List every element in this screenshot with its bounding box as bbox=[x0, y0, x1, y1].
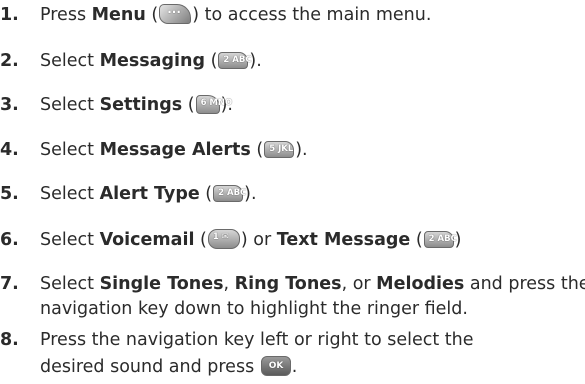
step-text: desired sound and press OK. bbox=[40, 354, 297, 380]
step-text-segment: . bbox=[291, 357, 298, 377]
step-text: Select Message Alerts (5 JKL). bbox=[40, 137, 308, 163]
key-5-jkl-icon: 5 JKL bbox=[264, 140, 295, 158]
step-text: Press Menu ( ··· ) to access the main menu… bbox=[40, 2, 431, 28]
menu-key-icon: ··· bbox=[159, 4, 192, 24]
ok-key-icon: OK bbox=[260, 356, 291, 376]
step-text: navigation key down to highlight the rin… bbox=[40, 299, 468, 319]
step-text-segment: and press the bbox=[464, 274, 585, 294]
key-2-abc-icon: 2 ABC bbox=[213, 184, 247, 202]
step-number: 4. bbox=[0, 140, 19, 160]
step-text-segment: Select bbox=[40, 184, 100, 204]
step-text-segment: , or bbox=[341, 274, 377, 294]
key-6-mno-icon: 6 MNO bbox=[195, 94, 232, 114]
menu-term: Menu bbox=[91, 5, 146, 25]
message-alerts-term: Message Alerts bbox=[99, 140, 251, 160]
step-text-segment: Press bbox=[40, 5, 92, 25]
alert-type-term: Alert Type bbox=[99, 184, 200, 204]
step-number: 3. bbox=[0, 95, 19, 115]
key-label: 5 JKL bbox=[269, 143, 294, 154]
step-text-segment: ( bbox=[199, 184, 213, 204]
step-text-segment: , bbox=[223, 274, 235, 294]
key-label: 1 ✉ bbox=[212, 232, 229, 242]
step-text-segment: Select bbox=[40, 51, 100, 71]
settings-term: Settings bbox=[99, 95, 183, 115]
step-text-segment: ). bbox=[295, 140, 308, 160]
step-text-segment: Select bbox=[40, 230, 100, 250]
melodies-term: Melodies bbox=[376, 274, 465, 294]
step-number: 2. bbox=[0, 51, 19, 71]
key-label: 2 ABC bbox=[218, 187, 247, 198]
step-text-segment: Select bbox=[40, 274, 100, 294]
voicemail-term: Voicemail bbox=[99, 230, 195, 250]
step-text: Select Single Tones, Ring Tones, or Melo… bbox=[40, 271, 585, 297]
step-text-segment: Select bbox=[40, 140, 100, 160]
step-text-segment: ( bbox=[250, 140, 264, 160]
step-number: 7. bbox=[0, 274, 19, 294]
step-number: 1. bbox=[0, 5, 19, 25]
step-text: Press the navigation key left or right t… bbox=[40, 330, 474, 350]
key-label: OK bbox=[268, 361, 284, 371]
step-text-segment: desired sound and press bbox=[40, 357, 260, 377]
step-text-segment: ) or bbox=[240, 230, 277, 250]
step-text: Select Alert Type (2 ABC). bbox=[40, 181, 257, 207]
single-tones-term: Single Tones bbox=[99, 274, 224, 294]
messaging-term: Messaging bbox=[99, 51, 205, 71]
step-text-segment: ) to access the main menu. bbox=[192, 5, 432, 25]
step-text-segment: ( bbox=[145, 5, 159, 25]
step-text: Select Voicemail (1 ✉ ) or Text Message (… bbox=[40, 227, 462, 253]
step-text-segment: ( bbox=[194, 230, 207, 250]
key-2-abc-icon: 2 ABC bbox=[423, 230, 457, 248]
key-2-abc-icon: 2 ABC bbox=[218, 51, 252, 69]
key-label: 2 ABC bbox=[223, 54, 252, 65]
key-1-voicemail-icon: 1 ✉ bbox=[207, 229, 240, 249]
key-label: 6 MNO bbox=[200, 97, 233, 108]
step-text-segment: ( bbox=[205, 51, 218, 71]
step-text-segment: Select bbox=[40, 95, 100, 115]
step-text: Select Settings (6 MNO). bbox=[40, 92, 233, 118]
step-number: 5. bbox=[0, 184, 19, 204]
text-message-term: Text Message bbox=[276, 230, 411, 250]
step-text-segment: ( bbox=[182, 95, 195, 115]
step-number: 8. bbox=[0, 330, 19, 350]
step-text: Select Messaging (2 ABC). bbox=[40, 48, 262, 74]
ring-tones-term: Ring Tones bbox=[234, 274, 342, 294]
key-label: ··· bbox=[167, 5, 181, 19]
step-text-segment: ( bbox=[410, 230, 423, 250]
step-number: 6. bbox=[0, 230, 19, 250]
key-label: 2 ABC bbox=[428, 233, 457, 244]
